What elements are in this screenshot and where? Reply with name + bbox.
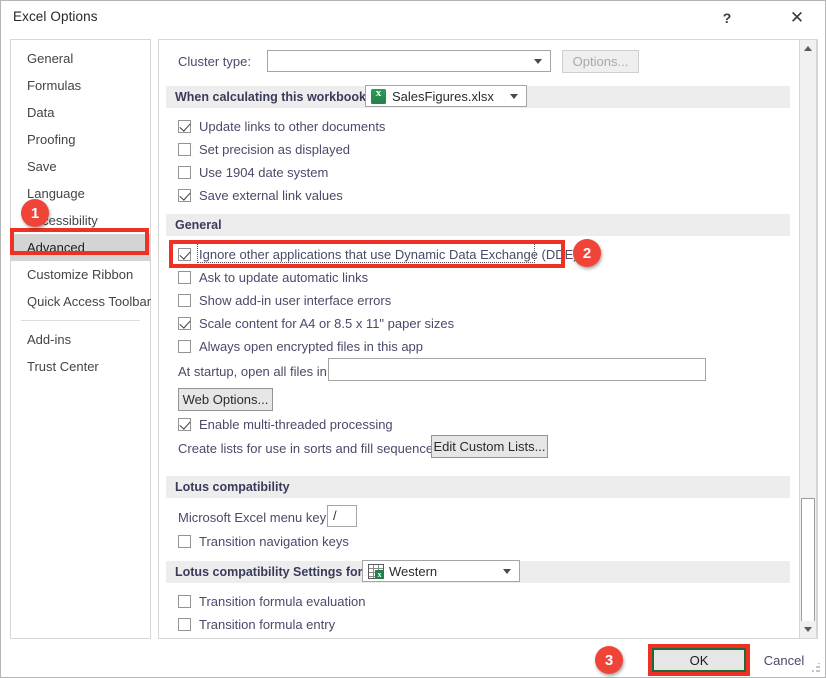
checkbox-icon[interactable] — [178, 294, 191, 307]
chevron-down-icon — [510, 94, 518, 99]
checkbox-label: Always open encrypted files in this app — [199, 339, 424, 354]
cluster-options-button[interactable]: Options... — [562, 50, 639, 73]
workbook-scope-value: SalesFigures.xlsx — [392, 88, 494, 104]
scrollbar-thumb[interactable] — [801, 498, 815, 626]
title-bar: Excel Options ? ✕ — [1, 1, 825, 37]
annotation-badge-2: 2 — [573, 239, 601, 267]
checkbox-label: Transition formula evaluation — [199, 594, 366, 609]
checkbox-icon[interactable] — [178, 248, 191, 261]
web-options-button[interactable]: Web Options... — [178, 388, 273, 411]
cluster-type-combo[interactable] — [267, 50, 551, 72]
annotation-badge-3: 3 — [595, 646, 623, 674]
checkbox-label: Use 1904 date system — [199, 165, 329, 180]
checkbox-1904-date[interactable]: Use 1904 date system — [178, 165, 328, 180]
sidebar-item-quick-access-toolbar[interactable]: Quick Access Toolbar — [11, 288, 151, 315]
checkbox-icon[interactable] — [178, 189, 191, 202]
sidebar-divider — [21, 320, 140, 321]
lotus-settings-section-title: Lotus compatibility Settings for: — [175, 565, 367, 579]
sidebar-item-advanced[interactable]: Advanced — [11, 234, 150, 261]
sidebar-item-proofing[interactable]: Proofing — [11, 126, 150, 153]
lotus-scope-combo[interactable]: Western — [362, 560, 520, 582]
sidebar: General Formulas Data Proofing Save Lang… — [10, 39, 151, 639]
sidebar-item-save[interactable]: Save — [11, 153, 150, 180]
checkbox-icon[interactable] — [178, 418, 191, 431]
checkbox-transition-navigation-keys[interactable]: Transition navigation keys — [178, 534, 349, 549]
checkbox-icon[interactable] — [178, 143, 191, 156]
custom-lists-label: Create lists for use in sorts and fill s… — [178, 441, 444, 456]
page-title: Excel Options — [13, 9, 98, 24]
scroll-down-button[interactable] — [800, 621, 816, 638]
checkbox-icon[interactable] — [178, 595, 191, 608]
cancel-button[interactable]: Cancel — [752, 648, 816, 672]
startup-folder-input[interactable] — [328, 358, 706, 381]
checkbox-label: Scale content for A4 or 8.5 x 11" paper … — [199, 316, 455, 331]
focus-outline — [197, 242, 535, 263]
excel-options-dialog: Excel Options ? ✕ General Formulas Data … — [0, 0, 826, 678]
cluster-type-label: Cluster type: — [178, 54, 251, 69]
checkbox-icon[interactable] — [178, 535, 191, 548]
general-section-header: General — [166, 214, 790, 236]
general-section-title: General — [175, 218, 222, 232]
checkbox-icon[interactable] — [178, 166, 191, 179]
ok-button[interactable]: OK — [652, 648, 746, 672]
chevron-down-icon — [503, 569, 511, 574]
excel-file-icon — [371, 87, 386, 104]
close-icon[interactable]: ✕ — [780, 5, 814, 31]
scroll-up-button[interactable] — [800, 40, 816, 57]
sidebar-item-add-ins[interactable]: Add-ins — [11, 326, 150, 353]
workbook-scope-combo[interactable]: SalesFigures.xlsx — [365, 85, 527, 107]
lotus-section-title: Lotus compatibility — [175, 480, 290, 494]
checkbox-multithreaded[interactable]: Enable multi-threaded processing — [178, 417, 393, 432]
lotus-section-header: Lotus compatibility — [166, 476, 790, 498]
checkbox-icon[interactable] — [178, 340, 191, 353]
checkbox-label: Show add-in user interface errors — [199, 293, 392, 308]
content-scrollbar[interactable] — [799, 39, 817, 639]
checkbox-transition-formula-entry[interactable]: Transition formula entry — [178, 617, 335, 632]
checkbox-icon[interactable] — [178, 120, 191, 133]
sidebar-item-trust-center[interactable]: Trust Center — [11, 353, 150, 380]
help-icon[interactable]: ? — [710, 5, 744, 31]
menu-key-input[interactable]: / — [327, 505, 357, 527]
sidebar-item-formulas[interactable]: Formulas — [11, 72, 150, 99]
menu-key-label: Microsoft Excel menu key: — [178, 510, 330, 525]
chevron-up-icon — [804, 46, 812, 51]
checkbox-label: Enable multi-threaded processing — [199, 417, 393, 432]
checkbox-always-open-encrypted[interactable]: Always open encrypted files in this app — [178, 339, 423, 354]
sidebar-item-customize-ribbon[interactable]: Customize Ribbon — [11, 261, 150, 288]
checkbox-save-external-link-values[interactable]: Save external link values — [178, 188, 343, 203]
options-content-pane: Cluster type: Options... When calculatin… — [158, 39, 818, 639]
checkbox-label: Ask to update automatic links — [199, 270, 369, 285]
startup-folder-label: At startup, open all files in: — [178, 364, 331, 379]
spreadsheet-grid-icon — [368, 563, 384, 579]
chevron-down-icon — [534, 59, 542, 64]
checkbox-icon[interactable] — [178, 618, 191, 631]
resize-grip[interactable] — [811, 663, 821, 673]
checkbox-label: Update links to other documents — [199, 119, 386, 134]
annotation-badge-1: 1 — [21, 199, 49, 227]
checkbox-label: Transition navigation keys — [199, 534, 349, 549]
checkbox-ask-update-automatic-links[interactable]: Ask to update automatic links — [178, 270, 368, 285]
checkbox-label: Set precision as displayed — [199, 142, 351, 157]
checkbox-icon[interactable] — [178, 317, 191, 330]
chevron-down-icon — [804, 627, 812, 632]
checkbox-icon[interactable] — [178, 271, 191, 284]
edit-custom-lists-button[interactable]: Edit Custom Lists... — [431, 435, 548, 458]
checkbox-set-precision[interactable]: Set precision as displayed — [178, 142, 350, 157]
checkbox-scale-content[interactable]: Scale content for A4 or 8.5 x 11" paper … — [178, 316, 454, 331]
checkbox-label: Transition formula entry — [199, 617, 336, 632]
lotus-scope-value: Western — [389, 563, 438, 579]
sidebar-item-data[interactable]: Data — [11, 99, 150, 126]
sidebar-item-general[interactable]: General — [11, 45, 150, 72]
checkbox-transition-formula-evaluation[interactable]: Transition formula evaluation — [178, 594, 365, 609]
checkbox-update-links[interactable]: Update links to other documents — [178, 119, 385, 134]
checkbox-show-addin-errors[interactable]: Show add-in user interface errors — [178, 293, 391, 308]
checkbox-label: Save external link values — [199, 188, 343, 203]
calc-section-title: When calculating this workbook: — [175, 90, 371, 104]
